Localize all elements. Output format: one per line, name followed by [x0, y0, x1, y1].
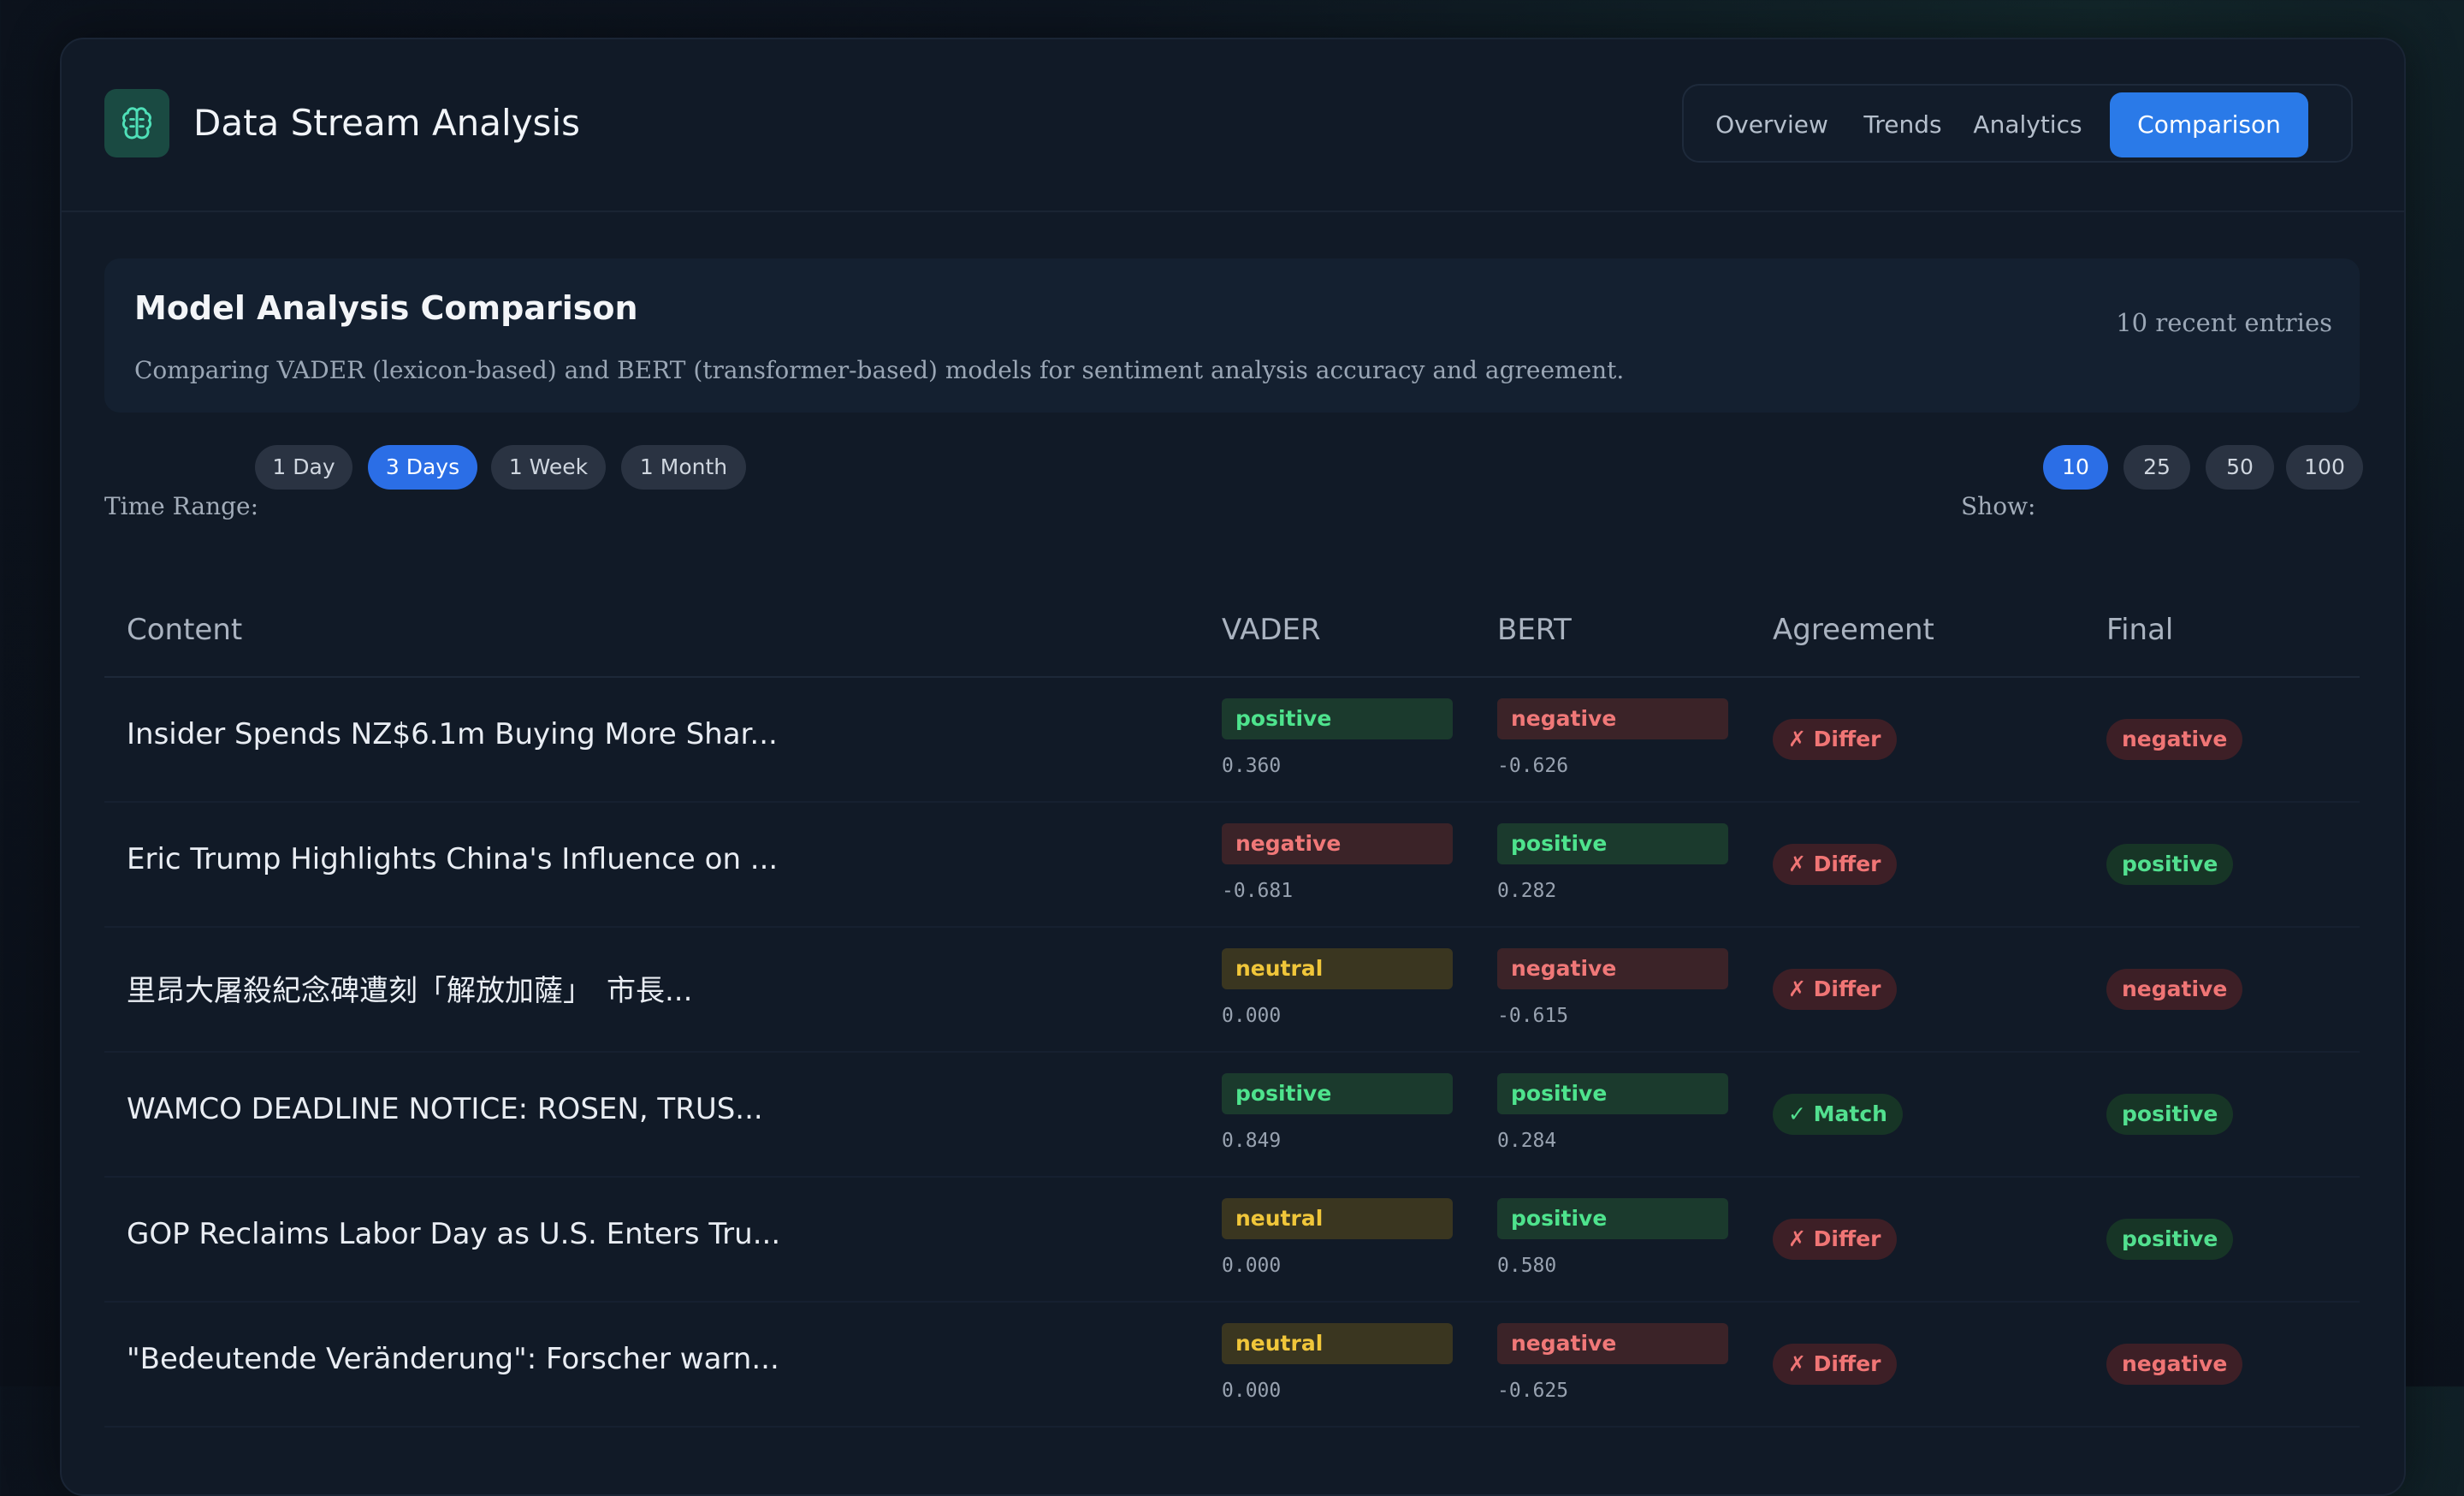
agreement-badge: ✗ Differ [1773, 719, 1897, 760]
bert-sentiment-badge: negative [1497, 948, 1728, 989]
vader-sentiment-badge: positive [1222, 698, 1453, 739]
app-header: Data Stream Analysis Overview Trends Ana… [62, 39, 2404, 212]
vader-sentiment-badge: negative [1222, 823, 1453, 864]
column-header-final: Final [2106, 613, 2174, 647]
final-sentiment-badge: negative [2106, 1344, 2243, 1385]
final-sentiment-badge: negative [2106, 969, 2243, 1010]
main-nav: Overview Trends Analytics Comparison [1682, 84, 2353, 163]
show-25[interactable]: 25 [2123, 445, 2190, 490]
agreement-badge: ✗ Differ [1773, 969, 1897, 1010]
table-row[interactable]: 里昂大屠殺紀念碑遭刻「解放加薩」 市長... neutral 0.000 negati… [104, 926, 2360, 1053]
time-range-1-day[interactable]: 1 Day [255, 445, 352, 490]
main-panel: Data Stream Analysis Overview Trends Ana… [60, 38, 2406, 1496]
agreement-badge: ✓ Match [1773, 1094, 1903, 1135]
row-content: 里昂大屠殺紀念碑遭刻「解放加薩」 市長... [127, 974, 693, 1008]
row-content: GOP Reclaims Labor Day as U.S. Enters Tr… [127, 1217, 781, 1251]
section-title: Model Analysis Comparison [134, 289, 638, 327]
vader-score: 0.000 [1222, 1005, 1282, 1027]
bert-sentiment-badge: positive [1497, 823, 1728, 864]
comparison-summary: Model Analysis Comparison Comparing VADE… [104, 258, 2360, 413]
agreement-badge: ✗ Differ [1773, 1219, 1897, 1260]
tab-trends[interactable]: Trends [1851, 92, 1954, 157]
tab-overview[interactable]: Overview [1699, 92, 1845, 157]
column-header-vader: VADER [1222, 613, 1321, 647]
time-range-1-month[interactable]: 1 Month [621, 445, 746, 490]
vader-sentiment-badge: positive [1222, 1073, 1453, 1114]
vader-sentiment-badge: neutral [1222, 1198, 1453, 1239]
table-row[interactable]: GOP Reclaims Labor Day as U.S. Enters Tr… [104, 1176, 2360, 1303]
bert-score: -0.626 [1497, 755, 1569, 777]
bert-score: 0.580 [1497, 1255, 1557, 1277]
table-row[interactable]: WAMCO DEADLINE NOTICE: ROSEN, TRUS... pos… [104, 1051, 2360, 1178]
bert-sentiment-badge: negative [1497, 698, 1728, 739]
vader-score: 0.000 [1222, 1255, 1282, 1277]
time-range-1-week[interactable]: 1 Week [491, 445, 606, 490]
bert-sentiment-badge: positive [1497, 1198, 1728, 1239]
bert-sentiment-badge: positive [1497, 1073, 1728, 1114]
column-header-agreement: Agreement [1773, 613, 1934, 647]
show-50[interactable]: 50 [2206, 445, 2274, 490]
vader-score: -0.681 [1222, 880, 1294, 902]
table-row[interactable]: Eric Trump Highlights China's Influence … [104, 801, 2360, 928]
final-sentiment-badge: negative [2106, 719, 2243, 760]
section-description: Comparing VADER (lexicon-based) and BERT… [134, 356, 1625, 384]
app-title: Data Stream Analysis [193, 102, 580, 144]
time-range-3-days[interactable]: 3 Days [368, 445, 477, 490]
table-row[interactable]: Insider Spends NZ$6.1m Buying More Shar.… [104, 676, 2360, 803]
table-row[interactable]: "Bedeutende Veränderung": Forscher warn.… [104, 1301, 2360, 1428]
app-logo [104, 89, 169, 157]
vader-sentiment-badge: neutral [1222, 948, 1453, 989]
row-content: WAMCO DEADLINE NOTICE: ROSEN, TRUS... [127, 1092, 763, 1126]
bert-score: 0.282 [1497, 880, 1557, 902]
bert-sentiment-badge: negative [1497, 1323, 1728, 1364]
agreement-badge: ✗ Differ [1773, 1344, 1897, 1385]
table-header: Content VADER BERT Agreement Final [104, 604, 2360, 678]
final-sentiment-badge: positive [2106, 1094, 2234, 1135]
tab-analytics[interactable]: Analytics [1959, 92, 2096, 157]
tab-comparison[interactable]: Comparison [2110, 92, 2308, 157]
time-range-label: Time Range: [104, 492, 259, 520]
show-100[interactable]: 100 [2286, 445, 2363, 490]
entries-count: 10 recent entries [2116, 308, 2332, 337]
agreement-badge: ✗ Differ [1773, 844, 1897, 885]
row-content: Insider Spends NZ$6.1m Buying More Shar.… [127, 717, 778, 751]
final-sentiment-badge: positive [2106, 844, 2234, 885]
column-header-content: Content [127, 613, 243, 647]
bert-score: -0.625 [1497, 1380, 1569, 1402]
vader-score: 0.360 [1222, 755, 1282, 777]
column-header-bert: BERT [1497, 613, 1572, 647]
bert-score: 0.284 [1497, 1130, 1557, 1152]
row-content: "Bedeutende Veränderung": Forscher warn.… [127, 1342, 779, 1376]
vader-score: 0.849 [1222, 1130, 1282, 1152]
brain-icon [121, 107, 152, 140]
bert-score: -0.615 [1497, 1005, 1569, 1027]
row-content: Eric Trump Highlights China's Influence … [127, 842, 779, 876]
show-10[interactable]: 10 [2043, 445, 2108, 490]
vader-sentiment-badge: neutral [1222, 1323, 1453, 1364]
vader-score: 0.000 [1222, 1380, 1282, 1402]
final-sentiment-badge: positive [2106, 1219, 2234, 1260]
show-label: Show: [1961, 492, 2036, 520]
